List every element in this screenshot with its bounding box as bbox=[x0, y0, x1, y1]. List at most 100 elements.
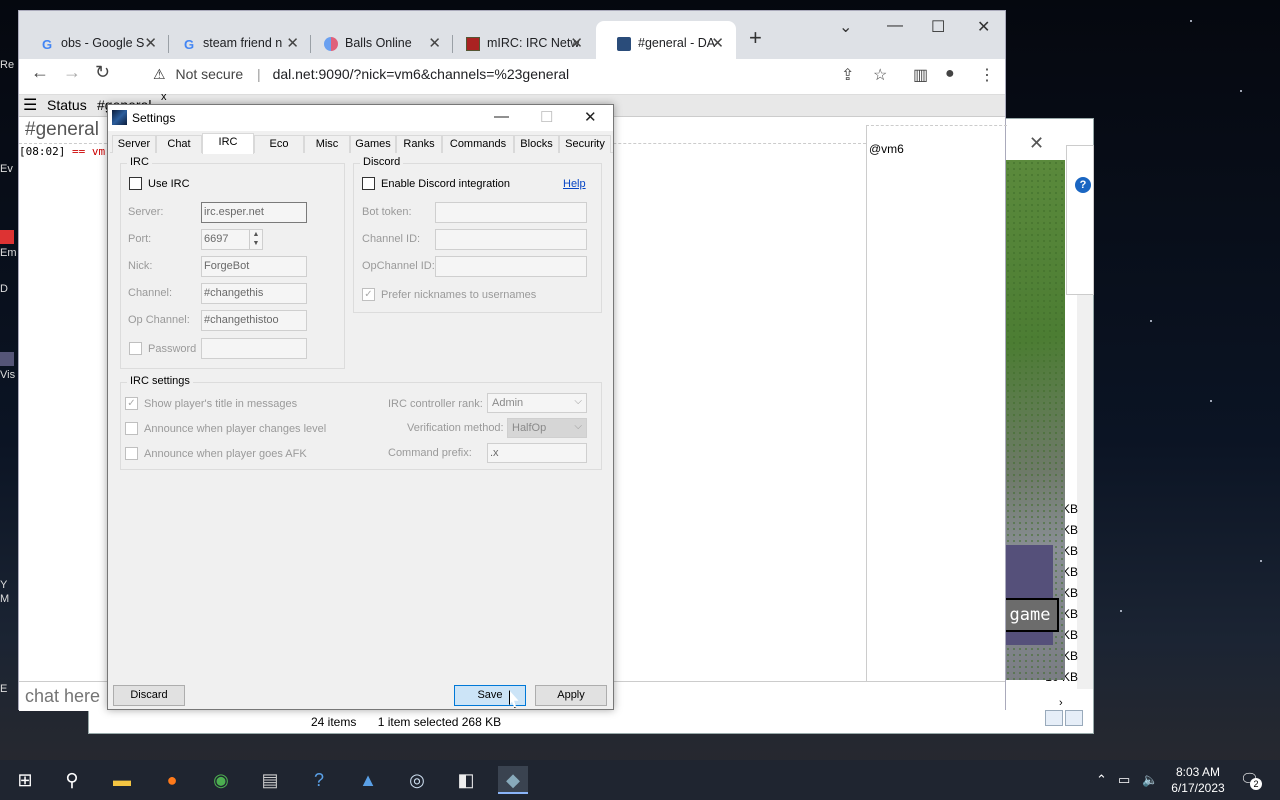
tab-search-icon[interactable]: ⌄ bbox=[839, 17, 852, 37]
back-icon[interactable]: ← bbox=[31, 62, 49, 83]
desktop-icon[interactable]: D bbox=[0, 282, 20, 296]
new-tab-icon[interactable]: + bbox=[749, 25, 762, 51]
tab-status[interactable]: Status bbox=[47, 97, 87, 113]
clock[interactable]: 8:03 AM 6/17/2023 bbox=[1164, 764, 1232, 796]
settings-dialog: Settings — ☐ ✕ Server Chat IRC Eco Misc … bbox=[107, 104, 614, 710]
search-icon[interactable]: ⚲ bbox=[57, 766, 87, 794]
close-tab-icon[interactable]: ✕ bbox=[711, 34, 724, 52]
enable-discord-checkbox[interactable] bbox=[362, 177, 375, 190]
browser-tab[interactable]: Balls Online ✕ bbox=[303, 21, 453, 59]
tab-blocks[interactable]: Blocks bbox=[514, 135, 559, 153]
save-button[interactable]: Save bbox=[454, 685, 526, 706]
notification-icon[interactable]: 🗨 2 bbox=[1240, 770, 1262, 790]
announce-afk-checkbox[interactable] bbox=[125, 447, 138, 460]
close-icon[interactable]: ✕ bbox=[977, 17, 990, 37]
help-icon[interactable]: ? bbox=[1075, 177, 1091, 193]
volume-icon[interactable]: 🔈 bbox=[1142, 772, 1158, 788]
password-checkbox[interactable] bbox=[129, 342, 142, 355]
tab-server[interactable]: Server bbox=[112, 135, 156, 153]
desktop-icon[interactable]: Y bbox=[0, 578, 20, 592]
tray-chevron-icon[interactable]: ⌃ bbox=[1096, 772, 1107, 788]
network-icon[interactable]: ▭ bbox=[1118, 772, 1130, 788]
show-title-checkbox[interactable]: ✓ bbox=[125, 397, 138, 410]
chevron-down-icon: ⌵ bbox=[574, 396, 582, 407]
file-explorer-icon[interactable]: ▬ bbox=[107, 766, 137, 794]
details-view-icon[interactable] bbox=[1045, 710, 1063, 726]
help-app-icon[interactable]: ? bbox=[304, 766, 334, 794]
password-input[interactable] bbox=[201, 338, 307, 359]
tab-ranks[interactable]: Ranks bbox=[396, 135, 442, 153]
verification-select[interactable]: HalfOp ⌵ bbox=[507, 418, 587, 438]
close-channel-icon[interactable]: x bbox=[161, 91, 167, 103]
profile-icon[interactable]: ● bbox=[945, 65, 955, 83]
channel-input[interactable]: #changethis bbox=[201, 283, 307, 304]
apply-button[interactable]: Apply bbox=[535, 685, 607, 706]
desktop-icon[interactable]: Re bbox=[0, 58, 20, 72]
controller-rank-select[interactable]: Admin ⌵ bbox=[487, 393, 587, 413]
desktop-icon[interactable]: M bbox=[0, 592, 20, 606]
prefer-nicknames-checkbox[interactable]: ✓ bbox=[362, 288, 375, 301]
forward-icon[interactable]: → bbox=[63, 62, 81, 83]
firefox-icon[interactable]: ● bbox=[157, 766, 187, 794]
channel-id-input[interactable] bbox=[435, 229, 587, 250]
close-tab-icon[interactable]: ✕ bbox=[428, 34, 441, 52]
maximize-icon[interactable]: ☐ bbox=[540, 108, 553, 126]
menu-icon[interactable]: ⋮ bbox=[979, 65, 995, 85]
steam-icon[interactable]: ◎ bbox=[402, 766, 432, 794]
server-label: Server: bbox=[128, 206, 164, 218]
close-icon[interactable]: ✕ bbox=[1029, 133, 1044, 154]
tab-chat[interactable]: Chat bbox=[156, 135, 202, 153]
tab-games[interactable]: Games bbox=[350, 135, 396, 153]
minimize-icon[interactable]: — bbox=[494, 108, 509, 125]
hamburger-icon[interactable]: ☰ bbox=[23, 95, 37, 115]
scrollbar[interactable] bbox=[1077, 243, 1093, 689]
desktop-icon[interactable]: Em bbox=[0, 230, 20, 260]
close-icon[interactable]: ✕ bbox=[584, 108, 597, 126]
reload-icon[interactable]: ↻ bbox=[95, 62, 110, 83]
desktop-icon[interactable]: Vis bbox=[0, 352, 20, 382]
maximize-icon[interactable]: ☐ bbox=[931, 17, 945, 37]
tab-irc[interactable]: IRC bbox=[202, 133, 254, 154]
address-bar[interactable]: ⚠ Not secure | dal.net:9090/?nick=vm6&ch… bbox=[139, 59, 899, 89]
minimize-icon[interactable]: — bbox=[887, 17, 903, 35]
cube-app-icon[interactable]: ◧ bbox=[451, 766, 481, 794]
browser-tab[interactable]: G obs - Google S ✕ bbox=[19, 21, 169, 59]
desktop-icon[interactable]: Ev bbox=[0, 162, 20, 176]
port-stepper[interactable]: ▲ ▼ bbox=[249, 230, 262, 249]
tiles-view-icon[interactable] bbox=[1065, 710, 1083, 726]
share-icon[interactable]: ⇪ bbox=[841, 65, 854, 85]
bot-token-input[interactable] bbox=[435, 202, 587, 223]
help-link[interactable]: Help bbox=[563, 178, 586, 190]
discard-button[interactable]: Discard bbox=[113, 685, 185, 706]
opchannel-id-input[interactable] bbox=[435, 256, 587, 277]
close-tab-icon[interactable]: ✕ bbox=[570, 34, 583, 52]
tab-misc[interactable]: Misc bbox=[304, 135, 350, 153]
scroll-right-icon[interactable]: › bbox=[1059, 697, 1075, 709]
command-prefix-input[interactable]: .x bbox=[487, 443, 587, 463]
browser-tab[interactable]: G steam friend n ✕ bbox=[161, 21, 311, 59]
opchannel-input[interactable]: #changethistoo bbox=[201, 310, 307, 331]
tab-commands[interactable]: Commands bbox=[442, 135, 514, 153]
browser-tab[interactable]: mIRC: IRC Netw ✕ bbox=[445, 21, 595, 59]
photos-icon[interactable]: ▲ bbox=[353, 766, 383, 794]
side-panel-icon[interactable]: ▥ bbox=[913, 65, 928, 85]
controller-rank-label: IRC controller rank: bbox=[388, 398, 483, 410]
server-input[interactable]: irc.esper.net bbox=[201, 202, 307, 223]
chrome-icon[interactable]: ◉ bbox=[206, 766, 236, 794]
tab-eco[interactable]: Eco bbox=[254, 135, 304, 153]
use-irc-checkbox[interactable] bbox=[129, 177, 142, 190]
browser-tab-active[interactable]: #general - DA ✕ bbox=[596, 21, 736, 59]
close-tab-icon[interactable]: ✕ bbox=[144, 34, 157, 52]
announce-level-checkbox[interactable] bbox=[125, 422, 138, 435]
nick-input[interactable]: ForgeBot bbox=[201, 256, 307, 277]
windows-start-icon[interactable]: ⊞ bbox=[10, 766, 40, 794]
bookmark-star-icon[interactable]: ☆ bbox=[873, 65, 887, 85]
tab-security[interactable]: Security bbox=[559, 135, 611, 153]
desktop-icon[interactable]: E bbox=[0, 682, 20, 696]
nick-item[interactable]: @vm6 bbox=[867, 126, 1007, 156]
close-tab-icon[interactable]: ✕ bbox=[286, 34, 299, 52]
server-app-icon[interactable]: ◆ bbox=[498, 766, 528, 794]
game-button[interactable]: game bbox=[1001, 598, 1059, 632]
settings-tabs: Server Chat IRC Eco Misc Games Ranks Com… bbox=[110, 133, 613, 154]
app-icon[interactable]: ▤ bbox=[255, 766, 285, 794]
